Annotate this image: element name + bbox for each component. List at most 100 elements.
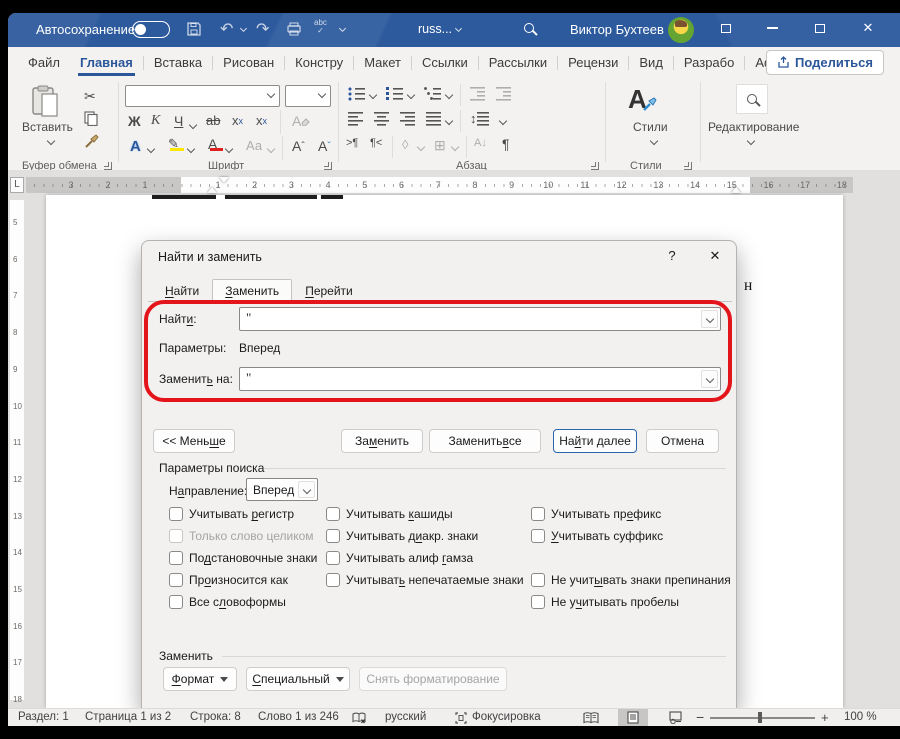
redo-icon[interactable]: ↷: [256, 19, 269, 39]
avatar[interactable]: [668, 17, 694, 43]
ribbon-tab-рисован[interactable]: Рисован: [213, 49, 284, 77]
replace-all-button[interactable]: Заменить все: [429, 429, 541, 453]
superscript-button[interactable]: xx: [256, 113, 267, 128]
ribbon-tab-макет[interactable]: Макет: [354, 49, 411, 77]
increase-indent-button[interactable]: [496, 86, 512, 101]
ribbon-tab-вид[interactable]: Вид: [629, 49, 673, 77]
numbering-dropdown-icon[interactable]: [407, 91, 415, 99]
print-preview-icon[interactable]: [286, 21, 302, 37]
checkbox-box[interactable]: [531, 507, 545, 521]
format-painter-icon[interactable]: [84, 134, 99, 149]
zoom-slider[interactable]: [710, 717, 815, 719]
ribbon-tab-вставка[interactable]: Вставка: [144, 49, 212, 77]
styles-button[interactable]: А: [628, 84, 657, 115]
underline-dropdown-icon[interactable]: [189, 121, 197, 129]
ribbon-tab-рецензи[interactable]: Рецензи: [558, 49, 628, 77]
shading-button[interactable]: ◊: [402, 137, 408, 152]
shading-dropdown-icon[interactable]: [417, 143, 425, 151]
maximize-icon[interactable]: [804, 15, 836, 41]
find-input[interactable]: ": [239, 307, 721, 331]
autosave-toggle[interactable]: [132, 21, 170, 38]
ribbon-display-options-icon[interactable]: [710, 15, 742, 41]
line-spacing-button[interactable]: ↕: [470, 111, 489, 126]
checkbox-box[interactable]: [169, 507, 183, 521]
highlight-button[interactable]: ✎: [168, 136, 179, 152]
checkbox-box[interactable]: [169, 573, 183, 587]
font-name-combo[interactable]: [125, 85, 280, 107]
checkbox-box[interactable]: [326, 507, 340, 521]
clear-formatting-button[interactable]: А: [292, 113, 310, 129]
text-effects-button[interactable]: А: [130, 138, 141, 155]
less-button[interactable]: << Меньше: [153, 429, 235, 453]
search-option-checkbox[interactable]: Учитывать диакр. знаки: [326, 525, 531, 547]
find-dropdown-icon[interactable]: [701, 310, 718, 328]
checkbox-box[interactable]: [169, 551, 183, 565]
search-icon[interactable]: [524, 23, 534, 33]
minimize-icon[interactable]: [756, 15, 788, 41]
bullets-button[interactable]: [348, 86, 366, 101]
customize-qat-icon[interactable]: [339, 25, 346, 32]
editing-dropdown-icon[interactable]: [747, 137, 755, 145]
paste-button[interactable]: [30, 85, 60, 119]
checkbox-box[interactable]: [326, 573, 340, 587]
checkbox-box[interactable]: [531, 595, 545, 609]
sort-button[interactable]: А↓: [474, 137, 487, 149]
search-option-checkbox[interactable]: Учитывать алиф гамза: [326, 547, 531, 569]
search-option-checkbox[interactable]: Не учитывать пробелы: [531, 591, 741, 613]
status-page[interactable]: Страница 1 из 2: [85, 711, 171, 723]
special-button[interactable]: Специальный: [246, 667, 350, 691]
search-option-checkbox[interactable]: Учитывать суффикс: [531, 525, 741, 547]
paragraph-dialog-launcher-icon[interactable]: [591, 162, 599, 170]
bullets-dropdown-icon[interactable]: [369, 91, 377, 99]
ltr-paragraph-button[interactable]: >¶: [346, 137, 358, 149]
styles-dialog-launcher-icon[interactable]: [684, 162, 692, 170]
align-center-button[interactable]: [374, 111, 390, 126]
dialog-tab-заменить[interactable]: Заменить: [212, 279, 292, 302]
tab-stop-selector[interactable]: L: [10, 177, 24, 193]
multilevel-dropdown-icon[interactable]: [445, 91, 453, 99]
editing-label[interactable]: Редактирование: [708, 120, 799, 134]
paste-dropdown-icon[interactable]: [47, 137, 55, 145]
search-option-checkbox[interactable]: Учитывать кашиды: [326, 503, 531, 525]
checkbox-box[interactable]: [531, 529, 545, 543]
focus-icon[interactable]: [455, 712, 467, 726]
decrease-indent-button[interactable]: [470, 86, 486, 101]
checkbox-box[interactable]: [531, 573, 545, 587]
align-right-button[interactable]: [400, 111, 416, 126]
find-next-button[interactable]: Найти далее: [553, 429, 637, 453]
status-focus[interactable]: Фокусировка: [472, 711, 541, 723]
underline-button[interactable]: Ч: [174, 113, 183, 129]
proofing-icon[interactable]: [352, 712, 366, 726]
zoom-slider-thumb[interactable]: [758, 712, 762, 723]
cut-icon[interactable]: ✂: [84, 88, 96, 105]
search-option-checkbox[interactable]: Не учитывать знаки препинания: [531, 569, 741, 591]
highlight-dropdown-icon[interactable]: [187, 145, 195, 153]
search-option-checkbox[interactable]: Учитывать непечатаемые знаки: [326, 569, 531, 591]
ribbon-tab-констру[interactable]: Констру: [285, 49, 353, 77]
status-section[interactable]: Раздел: 1: [18, 711, 69, 723]
status-words[interactable]: Слово 1 из 246: [258, 711, 339, 723]
checkbox-box[interactable]: [326, 529, 340, 543]
share-button[interactable]: Поделиться: [766, 50, 884, 75]
dialog-tab-найти[interactable]: Найти: [152, 279, 212, 302]
dialog-tab-перейти[interactable]: Перейти: [292, 279, 366, 302]
zoom-in-icon[interactable]: +: [821, 710, 829, 725]
font-size-combo[interactable]: [285, 85, 331, 107]
numbering-button[interactable]: [386, 86, 404, 101]
show-marks-button[interactable]: ¶: [502, 136, 510, 152]
status-line[interactable]: Строка: 8: [190, 711, 241, 723]
ribbon-tab-главная[interactable]: Главная: [70, 49, 143, 77]
undo-icon[interactable]: ↶: [220, 19, 233, 39]
line-spacing-dropdown-icon[interactable]: [499, 117, 507, 125]
dialog-close-icon[interactable]: ✕: [704, 248, 726, 264]
ribbon-tab-ссылки[interactable]: Ссылки: [412, 49, 478, 77]
ribbon-tab-файл[interactable]: Файл: [18, 49, 70, 77]
change-case-button[interactable]: Аа: [246, 138, 262, 153]
ribbon-tab-рассылки[interactable]: Рассылки: [479, 49, 557, 77]
cancel-button[interactable]: Отмена: [646, 429, 719, 453]
justify-dropdown-icon[interactable]: [445, 117, 453, 125]
strikethrough-button[interactable]: ab: [206, 113, 220, 128]
rtl-paragraph-button[interactable]: ¶<: [370, 137, 382, 149]
spelling-icon[interactable]: abc✓: [314, 19, 327, 35]
status-language[interactable]: русский: [385, 711, 426, 723]
